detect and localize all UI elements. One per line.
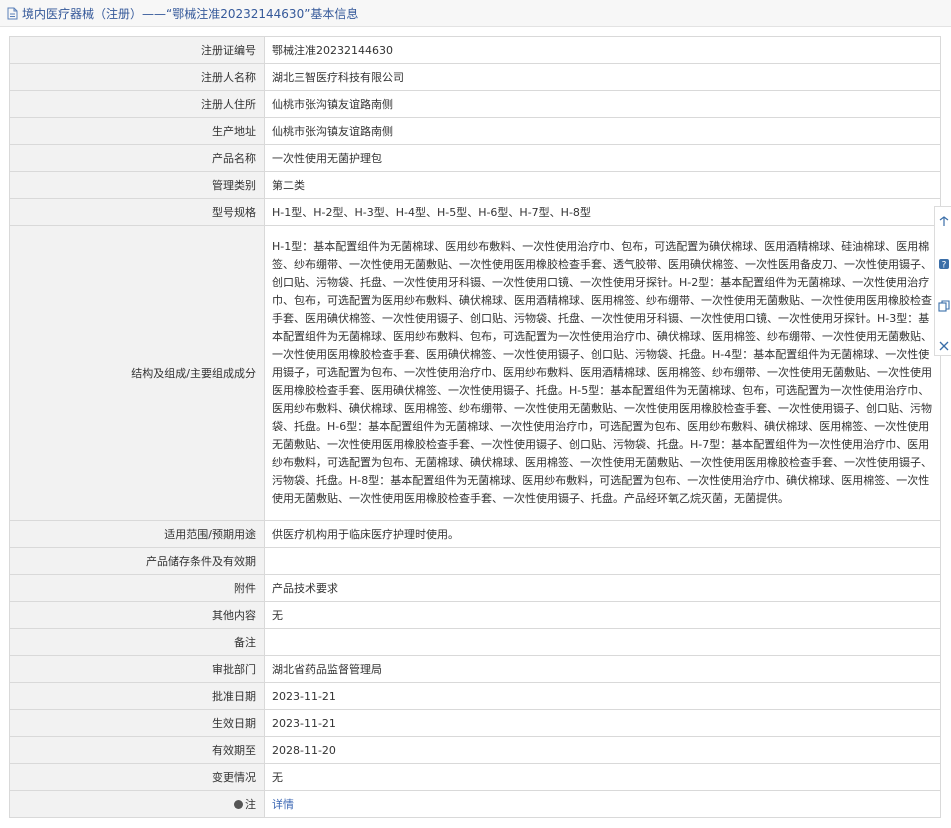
table-row: 有效期至 2028-11-20	[9, 736, 941, 764]
svg-text:?: ?	[942, 261, 947, 271]
table-row: 附件 产品技术要求	[9, 574, 941, 602]
field-label: 管理类别	[9, 171, 265, 199]
table-row: 注册人名称 湖北三智医疗科技有限公司	[9, 63, 941, 91]
field-value: H-1型、H-2型、H-3型、H-4型、H-5型、H-6型、H-7型、H-8型	[264, 198, 941, 226]
field-label: 生产地址	[9, 117, 265, 145]
field-label: 适用范围/预期用途	[9, 520, 265, 548]
table-row: 其他内容 无	[9, 601, 941, 629]
field-value: H-1型：基本配置组件为无菌棉球、医用纱布敷料、一次性使用治疗巾、包布，可选配置…	[264, 225, 941, 521]
pin-icon	[234, 800, 243, 809]
field-label: 产品储存条件及有效期	[9, 547, 265, 575]
page-title: 境内医疗器械（注册）——“鄂械注准20232144630”基本信息	[22, 6, 359, 21]
field-value: 第二类	[264, 171, 941, 199]
field-value: 2023-11-21	[264, 709, 941, 737]
table-row: 型号规格 H-1型、H-2型、H-3型、H-4型、H-5型、H-6型、H-7型、…	[9, 198, 941, 226]
field-value	[264, 628, 941, 656]
field-label: 备注	[9, 628, 265, 656]
document-icon	[6, 7, 19, 20]
field-value: 湖北省药品监督管理局	[264, 655, 941, 683]
field-value: 鄂械注准20232144630	[264, 36, 941, 64]
table-row: 生产地址 仙桃市张沟镇友谊路南侧	[9, 117, 941, 145]
field-value: 湖北三智医疗科技有限公司	[264, 63, 941, 91]
share-icon[interactable]	[937, 215, 951, 229]
field-value-cell: 详情	[264, 790, 941, 818]
field-value: 产品技术要求	[264, 574, 941, 602]
table-row: 适用范围/预期用途 供医疗机构用于临床医疗护理时使用。	[9, 520, 941, 548]
field-label: 注册人名称	[9, 63, 265, 91]
table-row: 注册证编号 鄂械注准20232144630	[9, 36, 941, 64]
field-value: 供医疗机构用于临床医疗护理时使用。	[264, 520, 941, 548]
side-toolbar: ?	[934, 206, 951, 356]
field-value: 2028-11-20	[264, 736, 941, 764]
field-label: 批准日期	[9, 682, 265, 710]
help-icon[interactable]: ?	[937, 257, 951, 271]
close-icon[interactable]	[937, 339, 951, 353]
table-row: 注册人住所 仙桃市张沟镇友谊路南侧	[9, 90, 941, 118]
field-value: 仙桃市张沟镇友谊路南侧	[264, 117, 941, 145]
page-title-bar: 境内医疗器械（注册）——“鄂械注准20232144630”基本信息	[0, 0, 951, 27]
field-value: 2023-11-21	[264, 682, 941, 710]
field-label: 其他内容	[9, 601, 265, 629]
table-row: 备注	[9, 628, 941, 656]
copy-icon[interactable]	[937, 299, 951, 313]
field-value	[264, 547, 941, 575]
field-label: 型号规格	[9, 198, 265, 226]
registration-info-table: 注册证编号 鄂械注准20232144630 注册人名称 湖北三智医疗科技有限公司…	[9, 36, 941, 818]
table-row: 结构及组成/主要组成成分 H-1型：基本配置组件为无菌棉球、医用纱布敷料、一次性…	[9, 225, 941, 521]
field-value: 一次性使用无菌护理包	[264, 144, 941, 172]
table-row: 变更情况 无	[9, 763, 941, 791]
field-value: 无	[264, 763, 941, 791]
field-label: 有效期至	[9, 736, 265, 764]
field-value: 无	[264, 601, 941, 629]
table-row: 批准日期 2023-11-21	[9, 682, 941, 710]
table-row: 产品名称 一次性使用无菌护理包	[9, 144, 941, 172]
field-label: 生效日期	[9, 709, 265, 737]
field-label: 产品名称	[9, 144, 265, 172]
table-row: 审批部门 湖北省药品监督管理局	[9, 655, 941, 683]
field-value: 仙桃市张沟镇友谊路南侧	[264, 90, 941, 118]
field-label: 结构及组成/主要组成成分	[9, 225, 265, 521]
table-row: 产品储存条件及有效期	[9, 547, 941, 575]
table-row: 注 详情	[9, 790, 941, 818]
field-label: 变更情况	[9, 763, 265, 791]
field-label: 附件	[9, 574, 265, 602]
table-row: 生效日期 2023-11-21	[9, 709, 941, 737]
field-label: 注	[245, 798, 256, 811]
details-link[interactable]: 详情	[272, 798, 294, 811]
note-label-cell: 注	[9, 790, 265, 818]
field-label: 注册人住所	[9, 90, 265, 118]
field-label: 审批部门	[9, 655, 265, 683]
table-row: 管理类别 第二类	[9, 171, 941, 199]
field-label: 注册证编号	[9, 36, 265, 64]
